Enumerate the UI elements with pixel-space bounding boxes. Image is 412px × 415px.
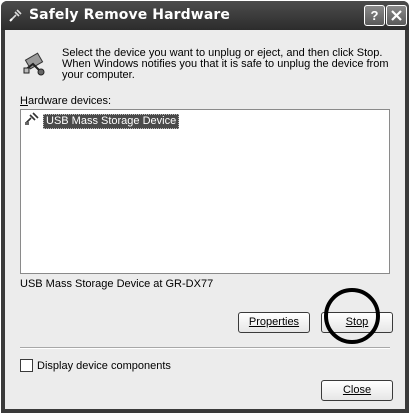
divider <box>20 347 390 349</box>
properties-button[interactable]: Properties <box>238 312 310 333</box>
close-button[interactable]: Close <box>321 380 393 401</box>
hardware-devices-label: Hardware devices: <box>20 95 112 107</box>
display-components-label: Display device components <box>37 359 171 372</box>
display-components-checkbox[interactable] <box>20 359 33 372</box>
list-item-label: USB Mass Storage Device <box>43 113 180 129</box>
title-bar: Safely Remove Hardware ? <box>1 1 409 30</box>
close-window-button[interactable] <box>386 5 407 26</box>
usb-device-icon <box>24 111 40 131</box>
close-button-label: Close <box>342 384 372 396</box>
device-description: USB Mass Storage Device at GR-DX77 <box>20 278 214 290</box>
close-icon <box>391 10 402 21</box>
stop-button-label: Stop <box>345 316 369 328</box>
stop-button[interactable]: Stop <box>321 312 393 333</box>
usb-plug-icon <box>9 8 23 27</box>
properties-button-label: Properties <box>248 316 300 328</box>
list-item[interactable]: USB Mass Storage Device <box>24 111 180 131</box>
help-button[interactable]: ? <box>364 5 385 26</box>
display-components-option[interactable]: Display device components <box>20 359 171 372</box>
window-title: Safely Remove Hardware <box>29 7 230 23</box>
hardware-icon <box>21 50 49 83</box>
hardware-devices-list[interactable]: USB Mass Storage Device <box>20 109 390 274</box>
dialog-body: Select the device you want to unplug or … <box>5 30 405 409</box>
safely-remove-hardware-window: Safely Remove Hardware ? Select the devi… <box>1 1 409 413</box>
instructions-text: Select the device you want to unplug or … <box>62 47 389 81</box>
hardware-devices-label-rest: ardware devices: <box>27 95 112 107</box>
